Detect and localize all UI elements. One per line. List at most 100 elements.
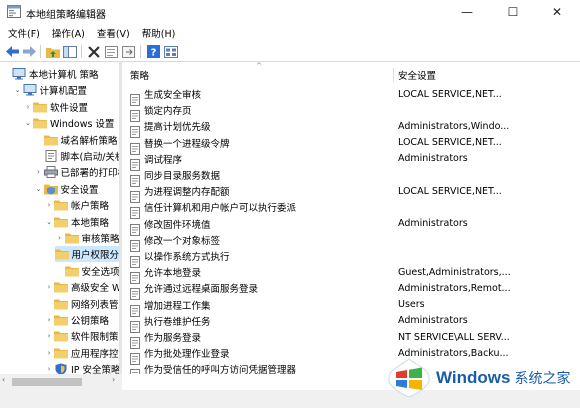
policy-row[interactable]: 增加进程工作集 Users — [124, 297, 580, 317]
tree-item-label: 安全设置 — [60, 184, 99, 196]
tree-item[interactable]: › 软件设置 — [23, 99, 88, 115]
menu-view[interactable]: 查看(V) — [91, 26, 136, 40]
column-header-setting[interactable]: 安全设置 — [398, 66, 436, 84]
view-icon[interactable] — [163, 44, 179, 59]
tree-item[interactable]: 网络列表管理器策略 — [44, 296, 119, 312]
policy-row[interactable]: 调试程序 Administrators — [124, 151, 580, 171]
folder-icon — [54, 347, 71, 359]
tree-item[interactable]: ⌄ 安全设置 — [34, 181, 99, 197]
collapse-chevron-icon[interactable]: ⌄ — [44, 218, 54, 226]
tree-item[interactable]: 本地计算机 策略 — [2, 66, 99, 82]
column-header-policy[interactable]: 策略 — [130, 66, 149, 84]
svg-text:?: ? — [150, 48, 156, 59]
properties-icon[interactable] — [103, 44, 119, 59]
policy-setting-value: LOCAL SERVICE,NET... — [398, 185, 502, 197]
folder-icon — [54, 248, 72, 260]
policy-row[interactable]: 锁定内存页 — [124, 102, 580, 123]
policy-row[interactable]: 允许通过远程桌面服务登录 Administrators,Remot... — [124, 280, 580, 301]
policy-row[interactable]: 作为服务登录 NT SERVICE\ALL SERV... — [124, 329, 580, 349]
policy-name: 作为批处理作业登录 — [144, 349, 230, 361]
tree-pane-splitter[interactable] — [120, 62, 122, 374]
expand-chevron-icon[interactable]: › — [44, 332, 54, 340]
expand-chevron-icon[interactable]: › — [44, 349, 54, 357]
tree-item-label: 已部署的打印机 — [60, 168, 120, 180]
menu-action[interactable]: 操作(A) — [46, 26, 91, 40]
collapse-chevron-icon[interactable]: ⌄ — [13, 86, 23, 94]
minimize-button[interactable]: — — [444, 0, 490, 24]
policy-name: 提高计划优先级 — [144, 122, 211, 134]
tree-item[interactable]: › 高级安全 Windows Defender 防火墙 — [44, 279, 119, 295]
policy-name: 修改固件环境值 — [144, 219, 211, 231]
tree-item[interactable]: › 应用程序控制策略 — [44, 345, 119, 361]
delete-icon[interactable] — [86, 44, 102, 59]
policy-name: 允许本地登录 — [144, 268, 202, 280]
policy-row[interactable]: 以操作系统方式执行 — [124, 248, 580, 268]
menu-help[interactable]: 帮助(H) — [136, 26, 182, 40]
close-button[interactable]: ✕ — [534, 0, 580, 24]
back-arrow-icon[interactable] — [4, 44, 20, 59]
tree-item[interactable]: › 已部署的打印机 — [34, 164, 120, 180]
computer-icon — [23, 84, 40, 96]
policy-row[interactable]: 信任计算机和用户帐户可以执行委派 — [124, 199, 580, 220]
policy-row[interactable]: 允许本地登录 Guest,Administrators,... — [124, 264, 580, 285]
tree-item[interactable]: › 帐户策略 — [44, 197, 109, 213]
expand-chevron-icon[interactable]: › — [34, 168, 44, 176]
tree-item[interactable]: › 公钥策略 — [44, 312, 109, 328]
policy-row[interactable]: 为进程调整内存配额 LOCAL SERVICE,NET... — [124, 183, 580, 204]
expand-chevron-icon[interactable]: › — [44, 283, 54, 291]
expand-chevron-icon[interactable]: › — [44, 365, 54, 373]
watermark: Windows 系统之家 — [388, 356, 580, 400]
policy-row[interactable]: 替换一个进程级令牌 LOCAL SERVICE,NET... — [124, 135, 580, 155]
policy-row[interactable]: 修改一个对象标签 — [124, 232, 580, 252]
menu-file[interactable]: 文件(F) — [2, 26, 46, 40]
collapse-chevron-icon[interactable]: ⌄ — [23, 119, 33, 127]
expand-chevron-icon[interactable]: › — [23, 103, 33, 111]
toolbar: ? — [0, 41, 580, 62]
up-folder-icon[interactable] — [45, 44, 61, 59]
tree-item-label: 公钥策略 — [71, 316, 110, 327]
maximize-button[interactable]: ☐ — [490, 0, 536, 24]
tree-item[interactable]: 脚本(启动/关机) — [34, 148, 119, 164]
policy-row[interactable]: 提高计划优先级 Administrators,Windo... — [124, 118, 580, 139]
tree-item[interactable]: ⌄ 本地策略 — [44, 214, 109, 230]
tree-item-label: 高级安全 Windows Defender 防火墙 — [71, 283, 119, 295]
policy-name: 同步目录服务数据 — [144, 171, 221, 182]
expand-chevron-icon[interactable]: › — [44, 201, 54, 209]
policy-name: 信任计算机和用户帐户可以执行委派 — [144, 203, 297, 215]
folder-icon — [33, 101, 50, 113]
tree-item[interactable]: ⌄ Windows 设置 — [23, 115, 114, 131]
app-icon — [7, 5, 21, 18]
policy-row[interactable]: 生成安全审核 LOCAL SERVICE,NET... — [124, 86, 580, 106]
policy-row[interactable]: 执行卷维护任务 Administrators — [124, 313, 580, 333]
watermark-site: 系统之家 — [514, 371, 571, 387]
tree-item[interactable]: › 软件限制策略 — [44, 328, 119, 344]
scrollbar-thumb[interactable] — [12, 378, 82, 386]
script-icon — [44, 150, 61, 162]
tree-item[interactable]: 用户权限分配 — [54, 246, 119, 263]
show-hide-tree-icon[interactable] — [62, 44, 78, 59]
tree-item[interactable]: 安全选项 — [55, 263, 119, 279]
tree-horizontal-scrollbar[interactable]: ‹ › — [0, 374, 122, 390]
folder-icon — [64, 265, 82, 277]
tree-item[interactable]: › 审核策略 — [55, 230, 120, 246]
policy-name: 修改一个对象标签 — [144, 235, 221, 247]
help-icon[interactable]: ? — [145, 44, 161, 59]
column-separator[interactable] — [393, 68, 394, 82]
forward-arrow-icon[interactable] — [21, 44, 37, 59]
tree-item-label: 审核策略 — [81, 234, 120, 245]
policy-row[interactable]: 修改固件环境值 Administrators — [124, 216, 580, 236]
expand-chevron-icon[interactable]: › — [44, 316, 54, 324]
policy-name: 调试程序 — [144, 154, 183, 166]
scroll-right-icon[interactable]: › — [112, 375, 115, 384]
collapse-chevron-icon[interactable]: ⌄ — [34, 185, 44, 193]
watermark-brand: Windows — [436, 368, 511, 387]
tree-item[interactable]: ⌄ 计算机配置 — [13, 82, 87, 98]
tree-item[interactable]: › IP 安全策略，在 本地计算机 — [44, 361, 119, 374]
expand-chevron-icon[interactable]: › — [55, 234, 65, 242]
policy-row[interactable]: 同步目录服务数据 — [124, 167, 580, 187]
tree-item[interactable]: 域名解析策略 — [34, 132, 118, 148]
tree-item-label: 本地策略 — [71, 217, 110, 229]
policy-name: 执行卷维护任务 — [144, 316, 211, 328]
scroll-left-icon[interactable]: ‹ — [2, 375, 5, 384]
export-list-icon[interactable] — [120, 44, 136, 59]
